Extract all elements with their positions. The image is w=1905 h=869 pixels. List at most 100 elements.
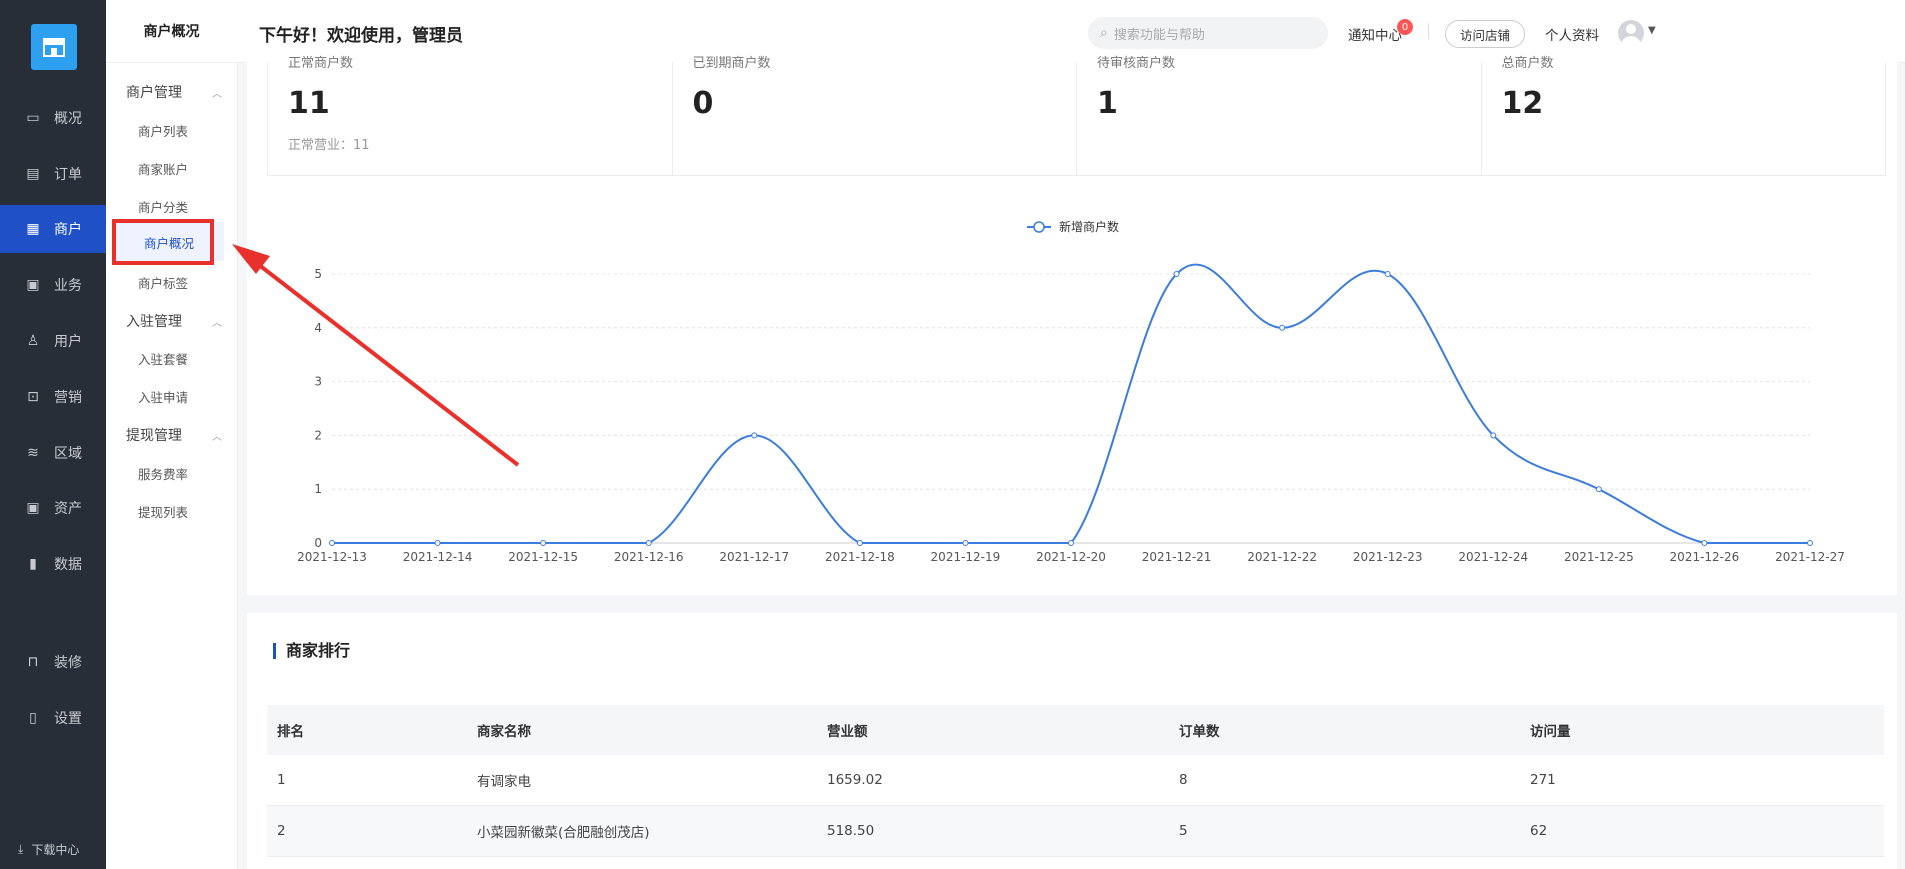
highlight-box — [112, 219, 214, 265]
data-point — [856, 540, 863, 546]
nav-item-data[interactable]: ▮ 数据 — [0, 540, 106, 588]
marketing-icon: ⊡ — [27, 389, 39, 405]
nav-label: 数据 — [54, 557, 82, 573]
download-label: 下载中心 — [31, 842, 80, 857]
stat-value: 0 — [692, 86, 714, 121]
y-tick-label: 0 — [314, 536, 322, 550]
visit-store-button[interactable]: 访问店铺 — [1445, 20, 1525, 48]
data-point — [962, 540, 969, 546]
stats-row: 正常商户数 11 正常营业：11 已到期商户数 0 待审核商户数 1 总商户数 … — [267, 56, 1886, 176]
y-tick-label: 5 — [314, 267, 322, 281]
nav-label: 区域 — [54, 446, 82, 462]
avatar[interactable] — [1618, 20, 1644, 46]
nav-label: 营销 — [54, 390, 82, 406]
chevron-down-icon[interactable]: ▼ — [1648, 25, 1656, 36]
nav-item-users[interactable]: ♙ 用户 — [0, 317, 106, 365]
nav-label: 商户 — [54, 222, 82, 238]
x-tick-label: 2021-12-21 — [1142, 550, 1212, 564]
search-icon: ⌕ — [1100, 25, 1108, 41]
data-point — [1595, 486, 1602, 493]
data-point — [540, 540, 547, 546]
nav-item-settings[interactable]: ▯ 设置 — [0, 694, 106, 742]
nav-item-overview[interactable]: ▭ 概况 — [0, 94, 106, 142]
monitor-icon: ▭ — [26, 110, 40, 126]
table-header-row: 排名 商家名称 营业额 订单数 访问量 — [267, 705, 1884, 755]
nav-label: 用户 — [54, 334, 82, 350]
subnav-group-withdrawal[interactable]: 提现管理 ︿ — [126, 425, 226, 445]
subnav-group-onboarding[interactable]: 入驻管理 ︿ — [126, 311, 226, 331]
nav-item-asset[interactable]: ▣ 资产 — [0, 484, 106, 532]
merchant-icon: ▦ — [26, 221, 40, 237]
subnav-item-withdrawal-list[interactable]: 提现列表 — [138, 502, 188, 521]
y-tick-label: 1 — [314, 482, 322, 496]
profile-link[interactable]: 个人资料 — [1545, 24, 1599, 44]
overview-card: 正常商户数 11 正常营业：11 已到期商户数 0 待审核商户数 1 总商户数 … — [247, 56, 1897, 595]
table-cell: 2 — [267, 805, 467, 857]
subnav-group-merchant-management[interactable]: 商户管理 ︿ — [126, 82, 226, 102]
stat-label: 正常商户数 — [288, 56, 354, 71]
nav-item-business[interactable]: ▣ 业务 — [0, 261, 106, 309]
data-point — [1279, 324, 1286, 331]
subnav-item-service-rate[interactable]: 服务费率 — [138, 464, 188, 483]
nav-item-decorate[interactable]: ⊓ 装修 — [0, 638, 106, 686]
subnav-item-merchant-list[interactable]: 商户列表 — [138, 121, 188, 140]
section-title: 商家排行 — [273, 643, 350, 659]
download-icon: ⤓ — [18, 841, 24, 856]
subnav-item-onboarding-packages[interactable]: 入驻套餐 — [138, 349, 188, 368]
divider — [1428, 23, 1429, 39]
x-tick-label: 2021-12-23 — [1353, 550, 1423, 564]
group-label: 入驻管理 — [126, 314, 182, 330]
search-placeholder: 搜索功能与帮助 — [1113, 27, 1205, 43]
subnav-title: 商户概况 — [106, 0, 237, 63]
ranking-card: 商家排行 排名 商家名称 营业额 订单数 访问量 1 有调家电 1659.02 … — [247, 613, 1897, 869]
subnav-item-merchant-category[interactable]: 商户分类 — [138, 197, 188, 216]
data-point — [1490, 432, 1497, 439]
stat-total-merchants: 总商户数 12 — [1482, 56, 1886, 175]
stat-extra: 正常营业：11 — [288, 138, 370, 153]
stat-value: 1 — [1097, 86, 1118, 121]
decorate-icon: ⊓ — [27, 654, 39, 670]
secondary-sidebar: 商户概况 商户管理 ︿ 商户列表 商家账户 商户分类 商户概况 商户标签 入驻管… — [106, 0, 238, 869]
legend-label: 新增商户数 — [1059, 219, 1119, 234]
series-line — [332, 263, 1810, 544]
x-tick-label: 2021-12-19 — [931, 550, 1001, 564]
nav-item-region[interactable]: ≋ 区域 — [0, 429, 106, 477]
stat-value: 12 — [1501, 86, 1544, 121]
subnav-item-merchant-account[interactable]: 商家账户 — [138, 159, 188, 178]
x-tick-label: 2021-12-15 — [508, 550, 578, 564]
y-tick-label: 3 — [314, 375, 322, 389]
notification-badge: 0 — [1397, 19, 1413, 35]
nav-item-marketing[interactable]: ⊡ 营销 — [0, 373, 106, 421]
nav-item-orders[interactable]: ▤ 订单 — [0, 150, 106, 198]
ranking-table: 排名 商家名称 营业额 订单数 访问量 1 有调家电 1659.02 8 271… — [267, 705, 1884, 857]
data-point — [751, 432, 758, 439]
notification-center-link[interactable]: 通知中心 — [1348, 24, 1402, 44]
download-center-link[interactable]: ⤓ 下载中心 — [0, 829, 106, 869]
nav-label: 资产 — [54, 501, 82, 517]
table-cell: 1659.02 — [817, 755, 1169, 806]
logo — [31, 24, 77, 70]
data-point — [645, 540, 652, 546]
search-input[interactable]: ⌕ 搜索功能与帮助 — [1088, 17, 1328, 49]
nav-label: 业务 — [54, 278, 82, 294]
stat-normal-merchants: 正常商户数 11 正常营业：11 — [268, 56, 673, 175]
x-tick-label: 2021-12-17 — [719, 550, 789, 564]
subnav-item-merchant-tags[interactable]: 商户标签 — [138, 273, 188, 292]
table-cell: 5 — [1169, 805, 1520, 857]
table-cell: 1 — [267, 755, 467, 806]
column-header: 排名 — [267, 705, 467, 755]
data-point — [1701, 540, 1708, 546]
y-tick-label: 2 — [314, 428, 322, 442]
table-cell: 小菜园新徽菜(合肥融创茂店) — [467, 805, 817, 857]
business-icon: ▣ — [26, 277, 40, 293]
x-tick-label: 2021-12-13 — [297, 550, 367, 564]
column-header: 营业额 — [817, 705, 1169, 755]
x-tick-label: 2021-12-14 — [403, 550, 473, 564]
table-row: 2 小菜园新徽菜(合肥融创茂店) 518.50 5 62 — [267, 805, 1884, 857]
subnav-item-onboarding-applications[interactable]: 入驻申请 — [138, 387, 188, 406]
data-icon: ▮ — [29, 556, 37, 572]
x-tick-label: 2021-12-26 — [1670, 550, 1740, 564]
x-tick-label: 2021-12-27 — [1775, 550, 1845, 564]
nav-item-merchant[interactable]: ▦ 商户 — [0, 205, 106, 253]
group-label: 提现管理 — [126, 428, 182, 444]
